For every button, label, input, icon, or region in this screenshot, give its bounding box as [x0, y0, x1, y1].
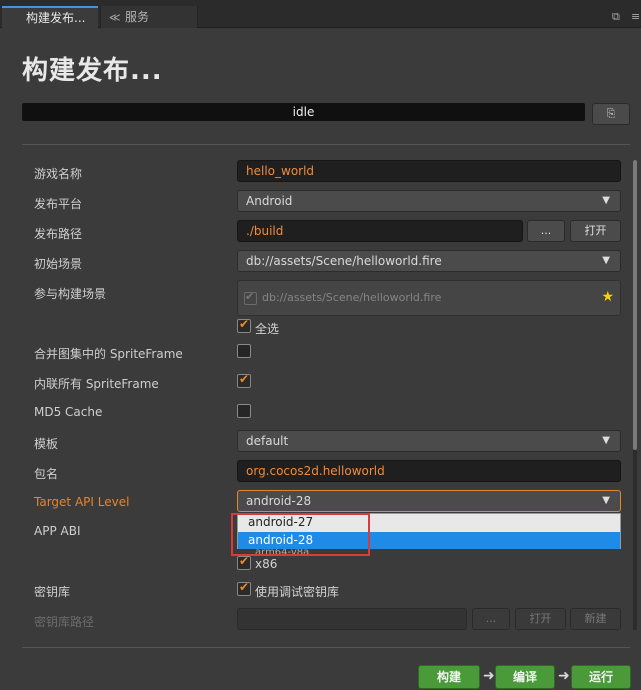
- x86-checkbox[interactable]: [237, 554, 251, 570]
- star-icon: ★: [601, 289, 614, 305]
- path-label: 发布路径: [34, 227, 83, 241]
- browse-keystore-button: ...: [472, 608, 510, 630]
- select-all-label: 全选: [255, 322, 280, 336]
- inline-sprite-checkbox[interactable]: [237, 372, 251, 388]
- tab-label: 构建发布...: [26, 11, 86, 25]
- new-keystore-button: 新建: [570, 608, 621, 630]
- api-level-select[interactable]: android-28 ▼: [237, 490, 621, 512]
- template-select[interactable]: default ▼: [237, 430, 621, 452]
- scrollbar-thumb[interactable]: [633, 160, 637, 450]
- inline-sprite-label: 内联所有 SpriteFrame: [34, 377, 159, 391]
- scene-checkbox: [244, 290, 257, 305]
- package-input[interactable]: org.cocos2d.helloworld: [237, 460, 621, 482]
- open-path-button[interactable]: 打开: [570, 220, 621, 242]
- start-scene-label: 初始场景: [34, 257, 83, 271]
- platform-value: Android: [246, 194, 293, 208]
- api-level-value: android-28: [246, 494, 312, 508]
- copy-log-button[interactable]: ⎘: [592, 103, 630, 125]
- divider: [22, 647, 630, 648]
- browse-path-button[interactable]: ...: [527, 220, 565, 242]
- dropdown-arrow-icon: ▼: [602, 195, 610, 206]
- arrow-right-icon: ➜: [558, 668, 570, 684]
- template-value: default: [246, 434, 289, 448]
- platform-select[interactable]: Android ▼: [237, 190, 621, 212]
- open-keystore-button: 打开: [515, 608, 566, 630]
- dropdown-arrow-icon: ▼: [602, 255, 610, 266]
- tab-bar: 构建发布... ≪ 服务 ⧉ ≡: [0, 0, 641, 28]
- md5-cache-checkbox[interactable]: [237, 404, 251, 418]
- merge-sprite-label: 合并图集中的 SpriteFrame: [34, 347, 183, 361]
- debug-keystore-label: 使用调试密钥库: [255, 585, 340, 599]
- build-scenes-list: db://assets/Scene/helloworld.fire ★: [237, 280, 621, 316]
- game-name-input[interactable]: hello_world: [237, 160, 621, 182]
- api-level-label: Target API Level: [34, 495, 130, 509]
- debug-keystore-checkbox[interactable]: [237, 580, 251, 596]
- start-scene-select[interactable]: db://assets/Scene/helloworld.fire ▼: [237, 250, 621, 272]
- tab-service[interactable]: ≪ 服务: [100, 6, 198, 28]
- copy-icon: ⎘: [606, 107, 616, 120]
- keystore-label: 密钥库: [34, 585, 71, 599]
- scene-path: db://assets/Scene/helloworld.fire: [262, 291, 442, 304]
- page-title: 构建发布...: [22, 56, 163, 86]
- build-button[interactable]: 构建: [418, 665, 480, 689]
- app-abi-label: APP ABI: [34, 524, 81, 538]
- service-icon: ≪: [109, 11, 121, 24]
- template-label: 模板: [34, 437, 59, 451]
- keystore-path-label: 密钥库路径: [34, 615, 95, 629]
- build-scenes-label: 参与构建场景: [34, 287, 107, 301]
- menu-icon[interactable]: ≡: [631, 10, 640, 23]
- tab-build-publish[interactable]: 构建发布...: [2, 6, 98, 28]
- merge-sprite-checkbox[interactable]: [237, 344, 251, 358]
- dropdown-arrow-icon: ▼: [602, 435, 610, 446]
- arrow-right-icon: ➜: [483, 668, 495, 684]
- x86-label: x86: [255, 557, 278, 571]
- platform-label: 发布平台: [34, 197, 83, 211]
- compile-button[interactable]: 编译: [495, 665, 555, 689]
- divider: [22, 144, 630, 145]
- select-all-checkbox[interactable]: [237, 317, 251, 333]
- annotation-highlight-box: [231, 513, 370, 556]
- run-button[interactable]: 运行: [571, 665, 631, 689]
- start-scene-value: db://assets/Scene/helloworld.fire: [246, 254, 442, 268]
- maximize-icon[interactable]: ⧉: [612, 10, 620, 24]
- path-input[interactable]: ./build: [237, 220, 523, 242]
- package-label: 包名: [34, 467, 59, 481]
- game-name-label: 游戏名称: [34, 167, 83, 181]
- dropdown-arrow-icon: ▼: [602, 495, 610, 506]
- tab-label: 服务: [125, 10, 150, 24]
- keystore-path-input: [237, 608, 467, 630]
- md5-cache-label: MD5 Cache: [34, 405, 103, 419]
- build-status-bar: idle: [22, 103, 585, 121]
